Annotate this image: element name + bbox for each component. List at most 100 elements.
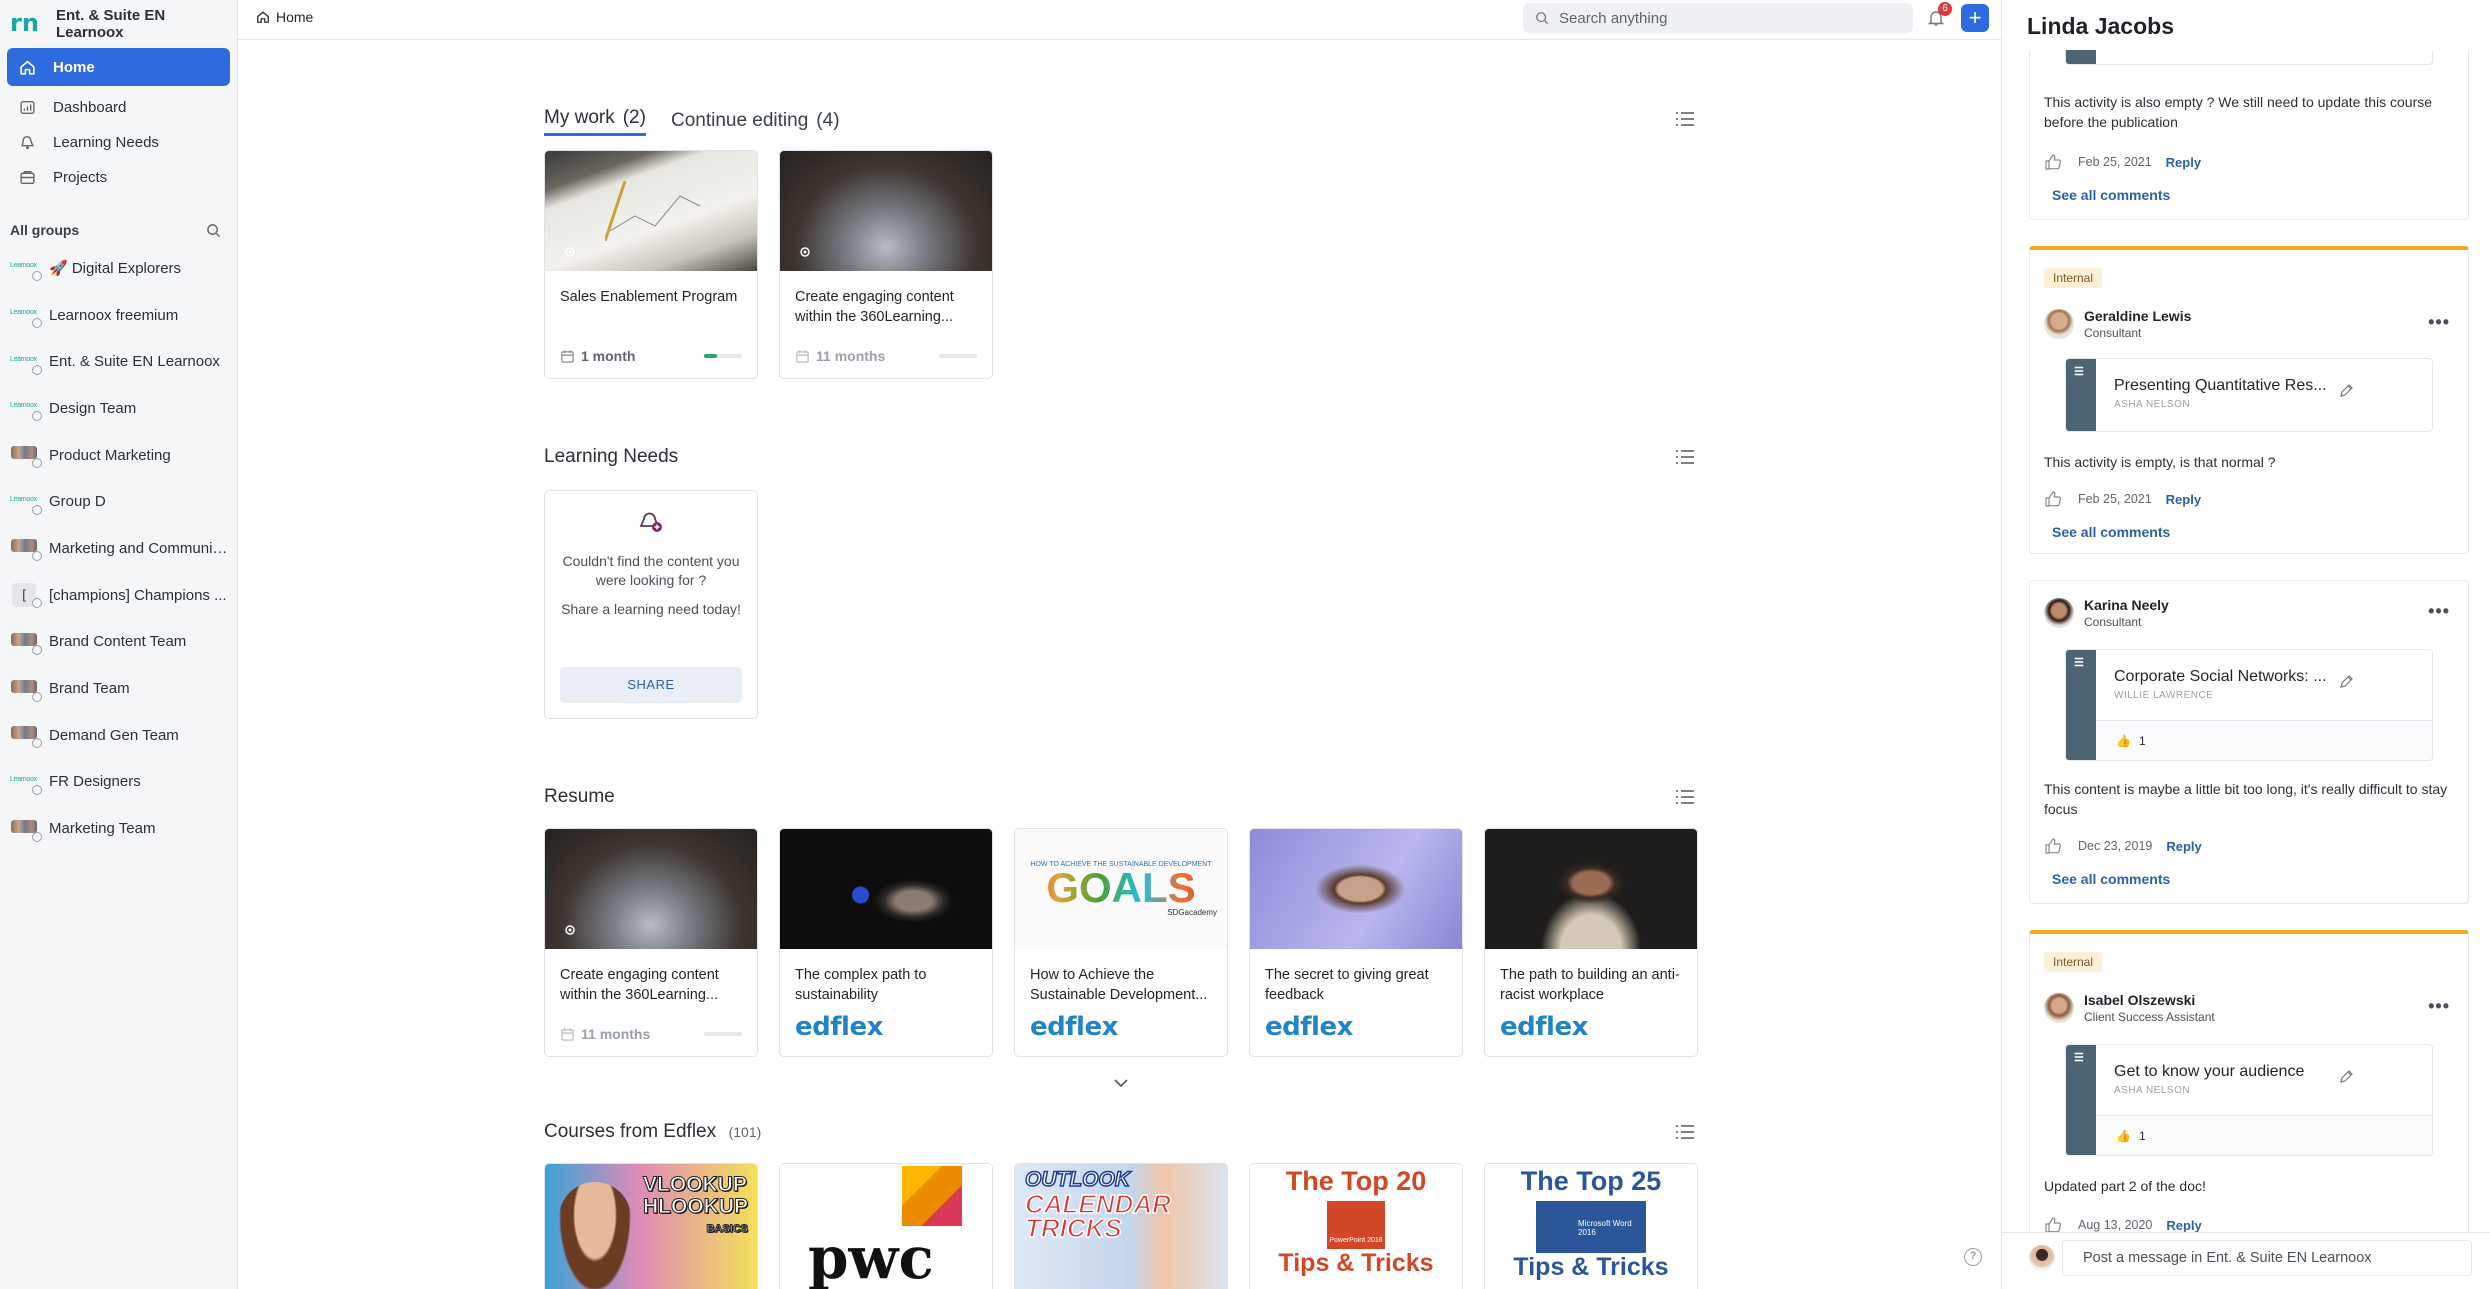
course-card[interactable]: Create engaging content within the 360Le… [779,150,993,379]
nav-item-dashboard[interactable]: Dashboard [7,90,230,125]
author[interactable]: Geraldine Lewis Consultant [2044,308,2191,340]
thumbs-up-icon[interactable] [2044,490,2062,508]
tab-my-work[interactable]: My work (2) [544,107,646,136]
group-item[interactable]: Learnoox Design Team [0,385,237,432]
content-box[interactable]: ☰ Presenting Quantitative Res... ASHA NE… [2065,358,2433,432]
edflex-logo: edflex [795,1012,883,1042]
lock-icon [32,364,42,375]
reply-link[interactable]: Reply [2166,155,2201,170]
breadcrumb[interactable]: Home [256,9,313,25]
author[interactable]: Isabel Olszewski Client Success Assistant [2044,992,2215,1024]
see-all-comments-link[interactable]: See all comments [2052,524,2170,540]
course-card[interactable]: The path to building an anti-racist work… [1484,828,1698,1057]
more-options-icon[interactable]: ••• [2428,312,2450,333]
list-view-icon[interactable] [1676,450,1694,464]
group-item[interactable]: Learnoox FR Designers [0,759,237,806]
group-item[interactable]: Marketing and Communic... [0,525,237,572]
reply-link[interactable]: Reply [2166,492,2201,507]
pencil-icon[interactable] [2338,383,2354,399]
search-groups-icon[interactable] [206,223,221,238]
group-item[interactable]: Learnoox Group D [0,478,237,525]
author[interactable]: Karina Neely Consultant [2044,597,2169,629]
course-card[interactable]: The secret to giving great feedback edfl… [1249,828,1463,1057]
add-button[interactable]: + [1961,4,1989,32]
home-icon [18,58,36,76]
group-item[interactable]: Learnoox 🚀 Digital Explorers [0,245,237,292]
panel-title: Linda Jacobs [2002,0,2490,50]
comment-date: Aug 13, 2020 [2078,1218,2153,1232]
resume-section: Resume [544,786,1694,808]
group-item[interactable]: Marketing Team [0,805,237,852]
group-item[interactable]: Learnoox Ent. & Suite EN Learnoox [0,338,237,385]
pencil-icon[interactable] [2338,1069,2354,1085]
card-footer: edflex [1030,1012,1212,1042]
thumb-title: The Top 20 [1285,1166,1427,1196]
pwc-logo-mark [902,1166,962,1226]
card-thumbnail [545,829,757,949]
calendar-icon [561,349,574,363]
group-item[interactable]: Demand Gen Team [0,712,237,759]
course-card[interactable]: Create engaging content within the 360Le… [544,828,758,1057]
course-card[interactable]: HOW TO ACHIEVE THE SUSTAINABLE DEVELOPME… [1014,828,1228,1057]
reply-link[interactable]: Reply [2166,1218,2201,1233]
feed-card: Internal Geraldine Lewis Consultant ••• ☰… [2029,246,2469,554]
groups-title: All groups [10,222,80,238]
tab-continue-editing[interactable]: Continue editing (4) [671,110,840,136]
share-button[interactable]: SHARE [560,667,742,703]
group-item[interactable]: Brand Content Team [0,619,237,666]
course-card[interactable]: The Top 25 Microsoft Word 2016 Tips & Tr… [1484,1163,1698,1289]
search-input[interactable]: Search anything [1523,3,1913,33]
post-message-input[interactable]: Post a message in Ent. & Suite EN Learno… [2062,1240,2472,1276]
more-options-icon[interactable]: ••• [2428,996,2450,1017]
content-box[interactable]: ☰ Corporate Social Networks: ... WILLIE … [2065,649,2433,761]
chart-sketch-illustration [605,181,701,241]
group-photo [11,679,37,693]
content-stripe: ☰ [2066,359,2096,431]
tab-label: Continue editing [670,110,809,131]
section-count: (101) [728,1124,762,1140]
course-card[interactable]: pwc [779,1163,993,1289]
help-icon[interactable]: ? [1964,1248,1982,1266]
nav-item-projects[interactable]: Projects [7,160,230,195]
tab-count: (4) [816,110,840,131]
list-view-icon[interactable] [1676,790,1694,804]
learning-need-text: Couldn't find the content you were looki… [562,553,740,588]
see-all-comments-link[interactable]: See all comments [2052,871,2170,887]
card-title: Sales Enablement Program [560,289,738,305]
likes-row: 👍 1 [2096,1115,2432,1155]
card-title: The path to building an anti-racist work… [1500,967,1680,1003]
group-item[interactable]: Learnoox Learnoox freemium [0,292,237,339]
course-card[interactable]: The complex path to sustainability edfle… [779,828,993,1057]
workspace-header[interactable]: rn Ent. & Suite EN Learnoox [0,0,237,48]
group-item[interactable]: [[champions] Champions ... [0,572,237,619]
thumbs-up-icon[interactable] [2044,837,2062,855]
lock-icon [32,831,42,842]
group-item[interactable]: Brand Team [0,665,237,712]
reply-link[interactable]: Reply [2166,839,2201,854]
list-view-icon[interactable] [1676,1125,1694,1139]
more-options-icon[interactable]: ••• [2428,601,2450,622]
group-list: Learnoox 🚀 Digital Explorers Learnoox Learn… [0,245,237,852]
sidebar: rn Ent. & Suite EN Learnoox Home Dashboa… [0,0,238,1289]
nav-item-home[interactable]: Home [7,48,230,86]
group-label: Design Team [49,399,137,417]
pencil-icon[interactable] [2338,674,2354,690]
see-all-comments-link[interactable]: See all comments [2052,187,2170,203]
group-item[interactable]: Product Marketing [0,432,237,479]
list-view-icon[interactable] [1676,112,1694,126]
course-card[interactable]: The Top 20 PowerPoint 2016 Tips & Tricks [1249,1163,1463,1289]
thumbs-up-icon[interactable] [2044,153,2062,171]
group-avatar: Learnoox [10,257,42,282]
course-card[interactable]: OUTLOOK CALENDAR TRICKS [1014,1163,1228,1289]
group-label: [champions] Champions ... [49,586,227,604]
chevron-down-icon[interactable] [1113,1078,1129,1088]
content-box[interactable]: ☰ Get to know your audience ASHA NELSON … [2065,1044,2433,1156]
course-card[interactable]: VLOOKUP HLOOKUP BASICS [544,1163,758,1289]
card-thumbnail: VLOOKUP HLOOKUP BASICS [545,1164,757,1289]
avatar [2044,993,2074,1023]
course-card[interactable]: Sales Enablement Program 1 month [544,150,758,379]
thumb-line: BASICS [706,1223,749,1236]
lock-icon [32,504,42,515]
group-photo [11,539,37,553]
nav-item-learning-needs[interactable]: Learning Needs [7,125,230,160]
